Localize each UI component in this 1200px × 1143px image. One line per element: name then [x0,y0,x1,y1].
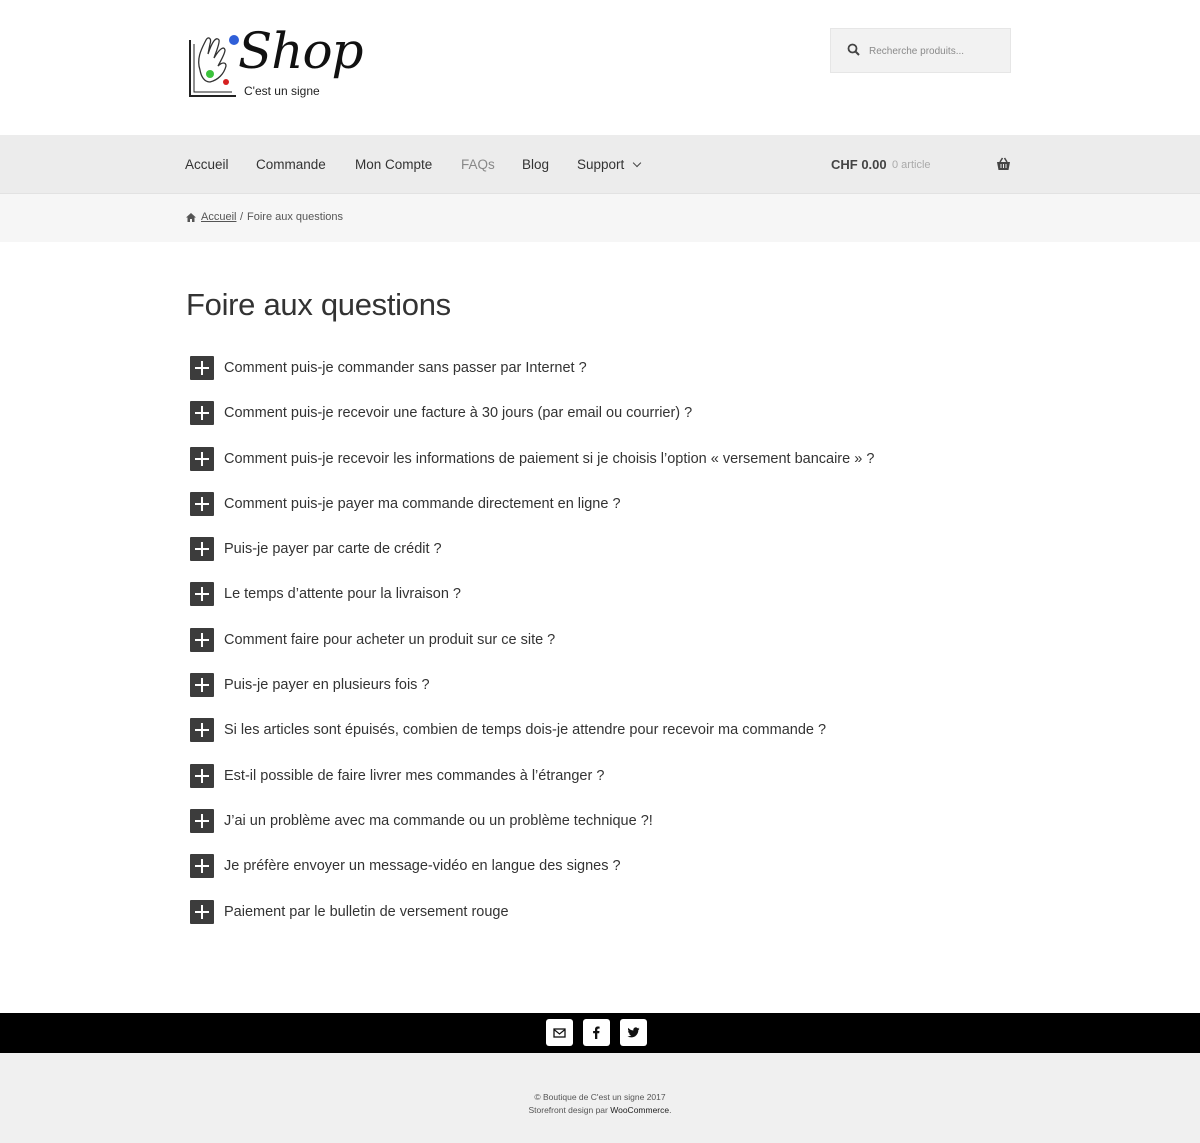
expand-plus-icon[interactable] [190,808,214,833]
woocommerce-link[interactable]: WooCommerce [610,1105,669,1115]
site-header: Shop C'est un signe [0,0,1200,135]
faq-question[interactable]: Comment puis-je commander sans passer pa… [224,360,587,376]
faq-question[interactable]: Si les articles sont épuisés, combien de… [224,722,826,738]
social-bar [0,1013,1200,1053]
faq-item[interactable]: Je préfère envoyer un message-vidéo en l… [190,854,1010,899]
basket-icon[interactable] [996,157,1011,171]
nav-item-mon-compte[interactable]: Mon Compte [355,157,432,172]
faq-question[interactable]: Je préfère envoyer un message-vidéo en l… [224,858,621,874]
breadcrumb: Accueil / Foire aux questions [0,194,1200,242]
expand-plus-icon[interactable] [190,627,214,652]
product-search [830,28,1011,73]
faq-item[interactable]: Paiement par le bulletin de versement ro… [190,899,1010,945]
faq-question[interactable]: Comment puis-je payer ma commande direct… [224,496,621,512]
faq-item[interactable]: Comment puis-je commander sans passer pa… [190,356,1010,401]
site-logo[interactable]: Shop C'est un signe [186,22,366,106]
nav-item-accueil[interactable]: Accueil [185,157,229,172]
nav-item-faqs[interactable]: FAQs [461,157,495,172]
faq-item[interactable]: Comment faire pour acheter un produit su… [190,627,1010,673]
cart-count[interactable]: 0 article [892,159,931,171]
nav-item-blog[interactable]: Blog [522,157,549,172]
expand-plus-icon[interactable] [190,582,214,607]
facebook-button[interactable] [583,1019,610,1046]
faq-item[interactable]: Comment puis-je payer ma commande direct… [190,491,1010,537]
faq-item[interactable]: Puis-je payer en plusieurs fois ? [190,673,1010,718]
email-button[interactable] [546,1019,573,1046]
faq-item[interactable]: Le temps d’attente pour la livraison ? [190,582,1010,627]
nav-item-commande[interactable]: Commande [256,157,326,172]
faq-question[interactable]: Est-il possible de faire livrer mes comm… [224,768,604,784]
faq-item[interactable]: J’ai un problème avec ma commande ou un … [190,808,1010,854]
expand-plus-icon[interactable] [190,718,214,743]
breadcrumb-separator: / [240,211,244,223]
search-input[interactable] [869,41,999,61]
faq-item[interactable]: Est-il possible de faire livrer mes comm… [190,763,1010,809]
twitter-icon [627,1027,640,1038]
logo-tagline: C'est un signe [244,84,320,98]
expand-plus-icon[interactable] [190,491,214,516]
faq-question[interactable]: Puis-je payer en plusieurs fois ? [224,677,430,693]
breadcrumb-current: Foire aux questions [247,211,343,223]
page-title: Foire aux questions [186,287,451,322]
nav-item-support-label: Support [577,157,625,172]
expand-plus-icon[interactable] [190,537,214,562]
logo-hand-icon [189,35,239,97]
faq-item[interactable]: Puis-je payer par carte de crédit ? [190,537,1010,582]
logo-word: Shop [238,22,364,80]
primary-navigation: Accueil Commande Mon Compte FAQs Blog Su… [0,135,1200,194]
faq-item[interactable]: Si les articles sont épuisés, combien de… [190,718,1010,763]
facebook-icon [593,1026,600,1039]
chevron-down-icon [633,158,642,168]
twitter-button[interactable] [620,1019,647,1046]
faq-question[interactable]: J’ai un problème avec ma commande ou un … [224,813,653,829]
faq-question[interactable]: Le temps d’attente pour la livraison ? [224,586,461,602]
faq-question[interactable]: Comment puis-je recevoir une facture à 3… [224,405,692,421]
nav-item-support[interactable]: Support [577,157,642,172]
expand-plus-icon[interactable] [190,356,214,380]
credit-suffix: . [669,1105,672,1115]
expand-plus-icon[interactable] [190,899,214,924]
search-icon[interactable] [847,43,861,57]
faq-item[interactable]: Comment puis-je recevoir les information… [190,446,1010,492]
expand-plus-icon[interactable] [190,673,214,698]
breadcrumb-home-link[interactable]: Accueil [201,211,236,223]
site-footer: © Boutique de C'est un signe 2017 Storef… [0,1053,1200,1143]
expand-plus-icon[interactable] [190,763,214,788]
expand-plus-icon[interactable] [190,854,214,879]
cart-amount[interactable]: CHF 0.00 [831,157,887,172]
faq-question[interactable]: Comment faire pour acheter un produit su… [224,632,555,648]
faq-item[interactable]: Comment puis-je recevoir une facture à 3… [190,401,1010,446]
faq-list: Comment puis-je commander sans passer pa… [190,356,1010,945]
expand-plus-icon[interactable] [190,401,214,426]
faq-question[interactable]: Comment puis-je recevoir les information… [224,451,874,467]
expand-plus-icon[interactable] [190,446,214,471]
faq-question[interactable]: Puis-je payer par carte de crédit ? [224,541,442,557]
home-icon [186,213,196,222]
credit-prefix: Storefront design par [528,1105,611,1115]
footer-copyright: © Boutique de C'est un signe 2017 [534,1092,666,1102]
footer-credit: Storefront design par WooCommerce. [0,1105,1200,1115]
email-icon [553,1028,566,1038]
faq-question[interactable]: Paiement par le bulletin de versement ro… [224,904,509,920]
